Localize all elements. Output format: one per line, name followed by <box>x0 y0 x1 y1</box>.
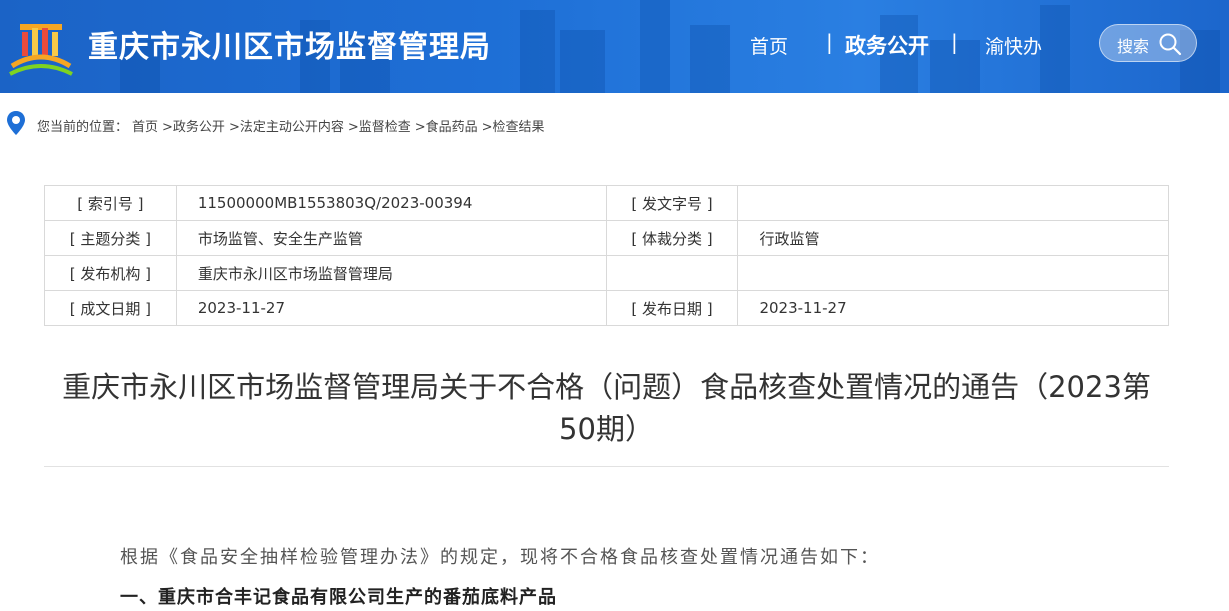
breadcrumb-item-supervision[interactable]: >监督检查 <box>348 120 411 135</box>
nav-affairs-link[interactable]: 政务公开 <box>845 30 929 60</box>
empty-value-cell <box>737 255 1169 291</box>
breadcrumb-item-inspection-results[interactable]: >检查结果 <box>482 120 545 135</box>
article-intro-paragraph: 根据《食品安全抽样检验管理办法》的规定，现将不合格食品核查处置情况通告如下： <box>120 547 880 568</box>
empty-label-cell <box>605 255 739 291</box>
document-metadata-table: [ 索引号 ] 11500000MB1553803Q/2023-00394 [ … <box>44 185 1169 326</box>
table-row: [ 发布机构 ] 重庆市永川区市场监督管理局 <box>44 255 1169 291</box>
publishing-agency-value: 重庆市永川区市场监督管理局 <box>175 255 607 291</box>
site-title[interactable]: 重庆市永川区市场监督管理局 <box>88 22 491 66</box>
nav-separator: | <box>826 30 833 54</box>
breadcrumb-item-statutory-disclosure[interactable]: >法定主动公开内容 <box>229 120 344 135</box>
document-number-value <box>737 185 1169 221</box>
breadcrumb-item-affairs[interactable]: >政务公开 <box>162 120 225 135</box>
publish-date-value: 2023-11-27 <box>737 290 1169 326</box>
article-title-line-2: 50期） <box>559 412 654 446</box>
search-button-label: 搜索 <box>1117 37 1150 56</box>
nav-yukuaiban-link[interactable]: 渝快办 <box>985 32 1042 59</box>
index-number-label: [ 索引号 ] <box>44 185 177 221</box>
location-pin-icon <box>7 111 25 135</box>
breadcrumb-prefix: 您当前的位置： <box>37 120 129 135</box>
government-logo-icon <box>9 24 73 76</box>
table-row: [ 主题分类 ] 市场监管、安全生产监管 [ 体裁分类 ] 行政监管 <box>44 220 1169 256</box>
written-date-value: 2023-11-27 <box>175 290 607 326</box>
publishing-agency-label: [ 发布机构 ] <box>44 255 177 291</box>
table-row: [ 成文日期 ] 2023-11-27 [ 发布日期 ] 2023-11-27 <box>44 290 1169 326</box>
article-section-heading: 一、重庆市合丰记食品有限公司生产的番茄底料产品 <box>120 587 557 608</box>
nav-separator: | <box>951 30 958 54</box>
article-title-line-1: 重庆市永川区市场监督管理局关于不合格（问题）食品核查处置情况的通告（2023第 <box>62 370 1151 404</box>
breadcrumb-item-food-drug[interactable]: >食品药品 <box>415 120 478 135</box>
article-title: 重庆市永川区市场监督管理局关于不合格（问题）食品核查处置情况的通告（2023第 … <box>44 366 1169 450</box>
topic-category-label: [ 主题分类 ] <box>44 220 177 256</box>
index-number-value: 11500000MB1553803Q/2023-00394 <box>175 185 607 221</box>
nav-home-link[interactable]: 首页 <box>750 32 788 59</box>
publish-date-label: [ 发布日期 ] <box>605 290 739 326</box>
document-number-label: [ 发文字号 ] <box>605 185 739 221</box>
topic-category-value: 市场监管、安全生产监管 <box>175 220 607 256</box>
divider <box>44 466 1169 467</box>
written-date-label: [ 成文日期 ] <box>44 290 177 326</box>
site-header: 重庆市永川区市场监督管理局 首页 | 政务公开 | 渝快办 搜索 <box>0 0 1229 93</box>
breadcrumb-item-home[interactable]: 首页 <box>132 120 158 135</box>
genre-category-value: 行政监管 <box>737 220 1169 256</box>
table-row: [ 索引号 ] 11500000MB1553803Q/2023-00394 [ … <box>44 185 1169 221</box>
breadcrumb-trail: 您当前的位置： 首页 >政务公开 >法定主动公开内容 >监督检查 >食品药品 >检查结果 <box>37 116 549 135</box>
genre-category-label: [ 体裁分类 ] <box>605 220 739 256</box>
search-icon <box>1159 33 1182 56</box>
search-button[interactable]: 搜索 <box>1099 24 1197 62</box>
